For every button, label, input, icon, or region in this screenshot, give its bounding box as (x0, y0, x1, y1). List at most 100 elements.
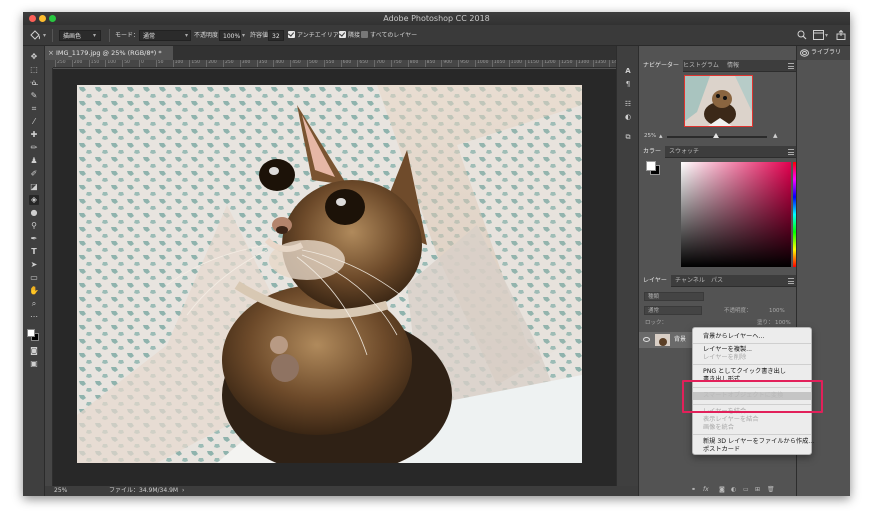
tab-swatches[interactable]: スウォッチ (665, 146, 703, 158)
zoom-out-icon[interactable]: ▴ (659, 132, 663, 140)
adjustments-panel-icon[interactable]: ◐ (623, 112, 633, 122)
screen-mode-icon[interactable]: ▣ (29, 359, 39, 369)
zoom-tool-icon[interactable]: ⌕ (29, 299, 39, 309)
tab-color[interactable]: カラー (639, 146, 666, 158)
paint-bucket-tool-icon[interactable]: ◈ (29, 195, 39, 205)
layer-opacity-value[interactable]: 100% (769, 306, 785, 316)
navigator-menu-icon[interactable] (788, 63, 794, 69)
history-panel-icon[interactable]: ⧉ (623, 132, 633, 142)
antialias-checkbox[interactable] (288, 31, 295, 38)
zoom-slider-handle[interactable] (713, 133, 719, 138)
crop-tool-icon[interactable]: ⌗ (29, 104, 39, 114)
layer-opacity-label: 不透明度： (724, 308, 752, 314)
add-mask-icon[interactable]: ◙ (719, 486, 725, 493)
layer-style-icon[interactable]: fx (703, 486, 709, 493)
cat-photo[interactable] (77, 85, 582, 463)
ruler-tick-label: 650 (357, 60, 368, 67)
status-zoom[interactable]: 25% (54, 486, 67, 496)
history-brush-tool-icon[interactable]: ✐ (29, 169, 39, 179)
layers-menu-icon[interactable] (788, 278, 794, 284)
contiguous-option[interactable]: 隣接 (339, 30, 360, 41)
color-panel-foreground-swatch[interactable] (646, 161, 656, 171)
foreground-color-swatch[interactable] (27, 329, 35, 337)
opacity-input[interactable]: 100% (219, 30, 241, 41)
contiguous-checkbox[interactable] (339, 31, 346, 38)
menu-item-postcard[interactable]: ポストカード (703, 446, 740, 454)
ruler-origin[interactable] (45, 60, 53, 68)
layer-blend-mode-select[interactable]: 通常 (644, 306, 702, 315)
tolerance-input[interactable]: 32 (268, 30, 284, 41)
tab-paths[interactable]: パス (707, 275, 727, 287)
zoom-in-icon[interactable]: ▴ (773, 131, 778, 141)
tool-preset-chevron-icon[interactable]: ▾ (43, 30, 46, 41)
properties-panel-icon[interactable]: ☷ (623, 99, 633, 109)
new-layer-icon[interactable]: ⊞ (755, 486, 760, 493)
layer-filter-select[interactable]: 種類 (644, 292, 704, 301)
antialias-option[interactable]: アンチエイリアス (288, 30, 345, 41)
menu-item-new-3d-layer-from-file[interactable]: 新規 3D レイヤーをファイルから作成... (703, 438, 814, 446)
link-layers-icon[interactable]: ⚭ (691, 486, 696, 493)
title-bar: Adobe Photoshop CC 2018 (23, 12, 850, 25)
blur-tool-icon[interactable]: ● (29, 208, 39, 218)
color-spectrum-field[interactable] (681, 162, 791, 267)
vertical-ruler[interactable] (45, 68, 53, 486)
menu-item-duplicate-layer[interactable]: レイヤーを複製... (703, 346, 752, 354)
hand-tool-icon[interactable]: ✋ (29, 286, 39, 296)
ruler-tick-label: 250 (55, 60, 66, 67)
quick-mask-icon[interactable]: ◙ (29, 346, 39, 356)
type-tool-icon[interactable]: T (29, 247, 39, 257)
layer-name[interactable]: 背景 (674, 332, 686, 348)
marquee-tool-icon[interactable]: ⬚ (29, 65, 39, 75)
eraser-tool-icon[interactable]: ◪ (29, 182, 39, 192)
ruler-tick-label: 600 (340, 60, 351, 67)
path-select-tool-icon[interactable]: ➤ (29, 260, 39, 270)
brush-tool-icon[interactable]: ✏ (29, 143, 39, 153)
move-tool-icon[interactable]: ✥ (29, 52, 39, 62)
status-file-info: ファイル：34.9M/34.9M (109, 487, 179, 494)
all-layers-checkbox[interactable] (361, 31, 368, 38)
search-icon[interactable] (797, 30, 807, 40)
canvas-area[interactable] (53, 69, 638, 486)
lasso-tool-icon[interactable]: ᓍ (29, 78, 39, 88)
paragraph-panel-icon[interactable]: ¶ (623, 79, 633, 89)
all-layers-option[interactable]: すべてのレイヤー (361, 30, 417, 41)
tab-info[interactable]: 情報 (723, 60, 743, 72)
pen-tool-icon[interactable]: ✒ (29, 234, 39, 244)
menu-item-quick-export-png[interactable]: PNG としてクイック書き出し (703, 368, 786, 376)
workspace-chevron-icon[interactable]: ▾ (825, 30, 828, 41)
navigator-zoom-slider[interactable] (667, 133, 767, 138)
libraries-tab[interactable]: ライブラリ (797, 46, 850, 60)
color-menu-icon[interactable] (788, 149, 794, 155)
dodge-tool-icon[interactable]: ⚲ (29, 221, 39, 231)
opacity-chevron-icon[interactable]: ▾ (242, 30, 245, 41)
workspace-icon[interactable] (813, 30, 824, 40)
tab-layers[interactable]: レイヤー (639, 275, 671, 287)
document-tab[interactable]: × IMG_1179.jpg @ 25% (RGB/8*) * (45, 46, 173, 60)
ruler-tick-label: 500 (307, 60, 318, 67)
character-panel-icon[interactable]: A (623, 66, 633, 76)
stamp-tool-icon[interactable]: ♟ (29, 156, 39, 166)
close-tab-icon[interactable]: × (48, 46, 54, 60)
new-group-icon[interactable]: ▭ (743, 486, 749, 493)
menu-item-layer-from-background[interactable]: 背景からレイヤーへ... (703, 333, 764, 341)
tab-channels[interactable]: チャンネル (671, 275, 709, 287)
more-tools-icon[interactable]: ⋯ (29, 312, 39, 322)
layer-visibility-eye-icon[interactable] (643, 337, 650, 342)
mode-select[interactable]: 通常 (139, 30, 191, 41)
tab-navigator[interactable]: ナビゲーター (639, 60, 684, 72)
ruler-tick-label: 950 (458, 60, 469, 67)
navigator-thumbnail[interactable] (684, 75, 753, 127)
quick-select-tool-icon[interactable]: ✎ (29, 91, 39, 101)
adjustment-layer-icon[interactable]: ◐ (731, 486, 736, 493)
healing-brush-tool-icon[interactable]: ✚ (29, 130, 39, 140)
tab-histogram[interactable]: ヒストグラム (679, 60, 723, 72)
antialias-label: アンチエイリアス (297, 32, 345, 39)
navigator-zoom-value[interactable]: 25% (644, 133, 656, 139)
delete-layer-icon[interactable]: 🗑 (767, 486, 775, 493)
share-icon[interactable] (836, 30, 846, 40)
paint-bucket-tool-icon[interactable] (29, 30, 41, 41)
rectangle-tool-icon[interactable]: ▭ (29, 273, 39, 283)
eyedropper-tool-icon[interactable]: ⁄ (29, 117, 39, 127)
status-arrow-icon[interactable]: › (182, 486, 184, 496)
horizontal-ruler[interactable]: 250 200 150 100 50 0 50 100 150 200 250 300 350 400 45… (53, 60, 638, 68)
